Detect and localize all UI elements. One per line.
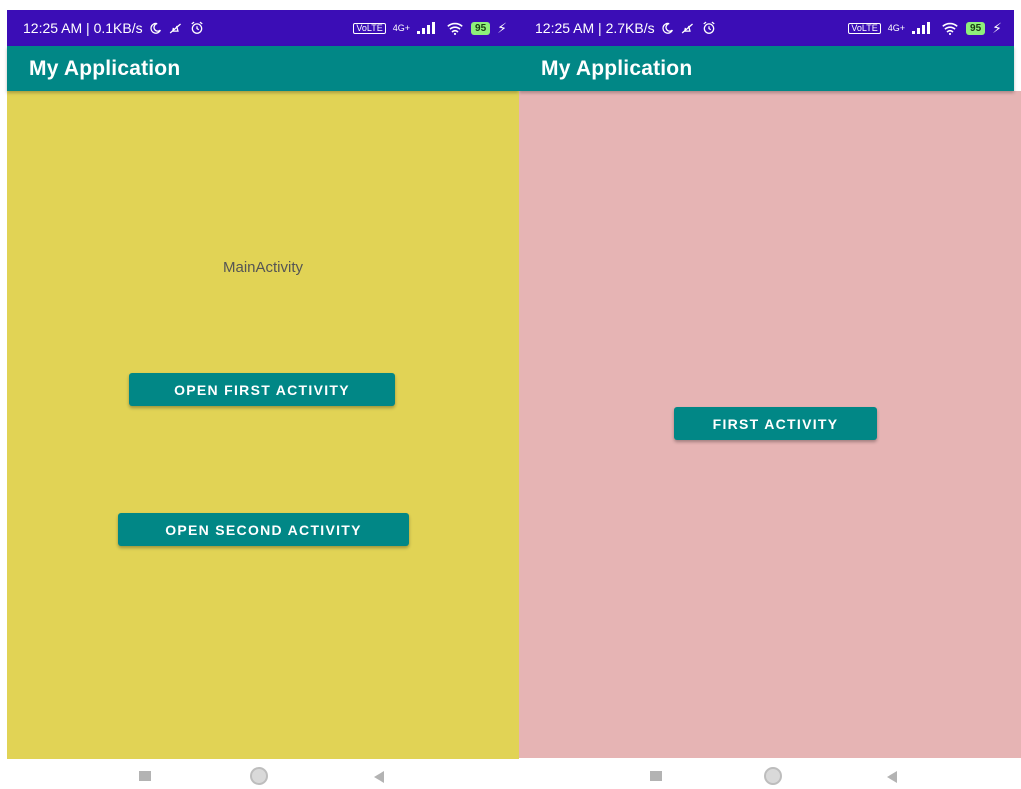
wifi-icon	[941, 22, 959, 35]
alarm-icon	[190, 21, 204, 35]
signal-icon	[417, 22, 439, 34]
status-left: 12:25 AM | 0.1KB/s	[23, 20, 204, 36]
mute-notifications-icon	[680, 22, 696, 35]
status-bar: 12:25 AM | 2.7KB/s VoLTE 4G+ 95 ⚡	[519, 10, 1014, 46]
moon-icon	[149, 22, 162, 35]
status-right: VoLTE 4G+ 95 ⚡	[353, 21, 507, 35]
home-circle-icon[interactable]	[250, 767, 268, 785]
status-right: VoLTE 4G+ 95 ⚡	[848, 21, 1002, 35]
home-circle-icon[interactable]	[764, 767, 782, 785]
first-activity-content: FIRST ACTIVITY	[519, 91, 1021, 758]
mute-notifications-icon	[168, 22, 184, 35]
open-second-activity-button[interactable]: OPEN SECOND ACTIVITY	[118, 513, 409, 546]
status-time-speed: 12:25 AM | 0.1KB/s	[23, 20, 143, 36]
navigation-bar	[519, 759, 1021, 789]
battery-icon: 95	[966, 21, 986, 35]
navigation-bar	[0, 759, 519, 789]
wifi-icon	[446, 22, 464, 35]
status-time-speed: 12:25 AM | 2.7KB/s	[535, 20, 655, 36]
back-triangle-icon[interactable]	[887, 771, 897, 783]
first-activity-button[interactable]: FIRST ACTIVITY	[674, 407, 877, 440]
status-bar: 12:25 AM | 0.1KB/s VoLTE 4G+ 95 ⚡	[7, 10, 519, 46]
app-title: My Application	[29, 56, 181, 80]
recents-square-icon[interactable]	[139, 771, 151, 781]
back-triangle-icon[interactable]	[374, 771, 384, 783]
volte-icon: VoLTE	[353, 22, 386, 34]
charging-icon: ⚡	[992, 20, 1002, 36]
main-activity-label: MainActivity	[222, 259, 304, 276]
right-phone-screen: 12:25 AM | 2.7KB/s VoLTE 4G+ 95 ⚡ My App…	[519, 0, 1021, 789]
signal-4g-icon: 4G+	[392, 22, 411, 33]
charging-icon: ⚡	[497, 20, 507, 36]
recents-square-icon[interactable]	[650, 771, 662, 781]
app-bar: My Application	[519, 46, 1014, 91]
signal-icon	[912, 22, 934, 34]
app-bar: My Application	[7, 46, 519, 91]
app-title: My Application	[541, 56, 693, 80]
moon-icon	[661, 22, 674, 35]
left-phone-screen: 12:25 AM | 0.1KB/s VoLTE 4G+ 95 ⚡ My App…	[0, 0, 519, 789]
alarm-icon	[702, 21, 716, 35]
open-first-activity-button[interactable]: OPEN FIRST ACTIVITY	[129, 373, 395, 406]
status-left: 12:25 AM | 2.7KB/s	[535, 20, 716, 36]
volte-icon: VoLTE	[848, 22, 881, 34]
main-activity-content: MainActivity OPEN FIRST ACTIVITY OPEN SE…	[7, 91, 519, 760]
battery-icon: 95	[471, 21, 491, 35]
signal-4g-icon: 4G+	[887, 22, 906, 33]
